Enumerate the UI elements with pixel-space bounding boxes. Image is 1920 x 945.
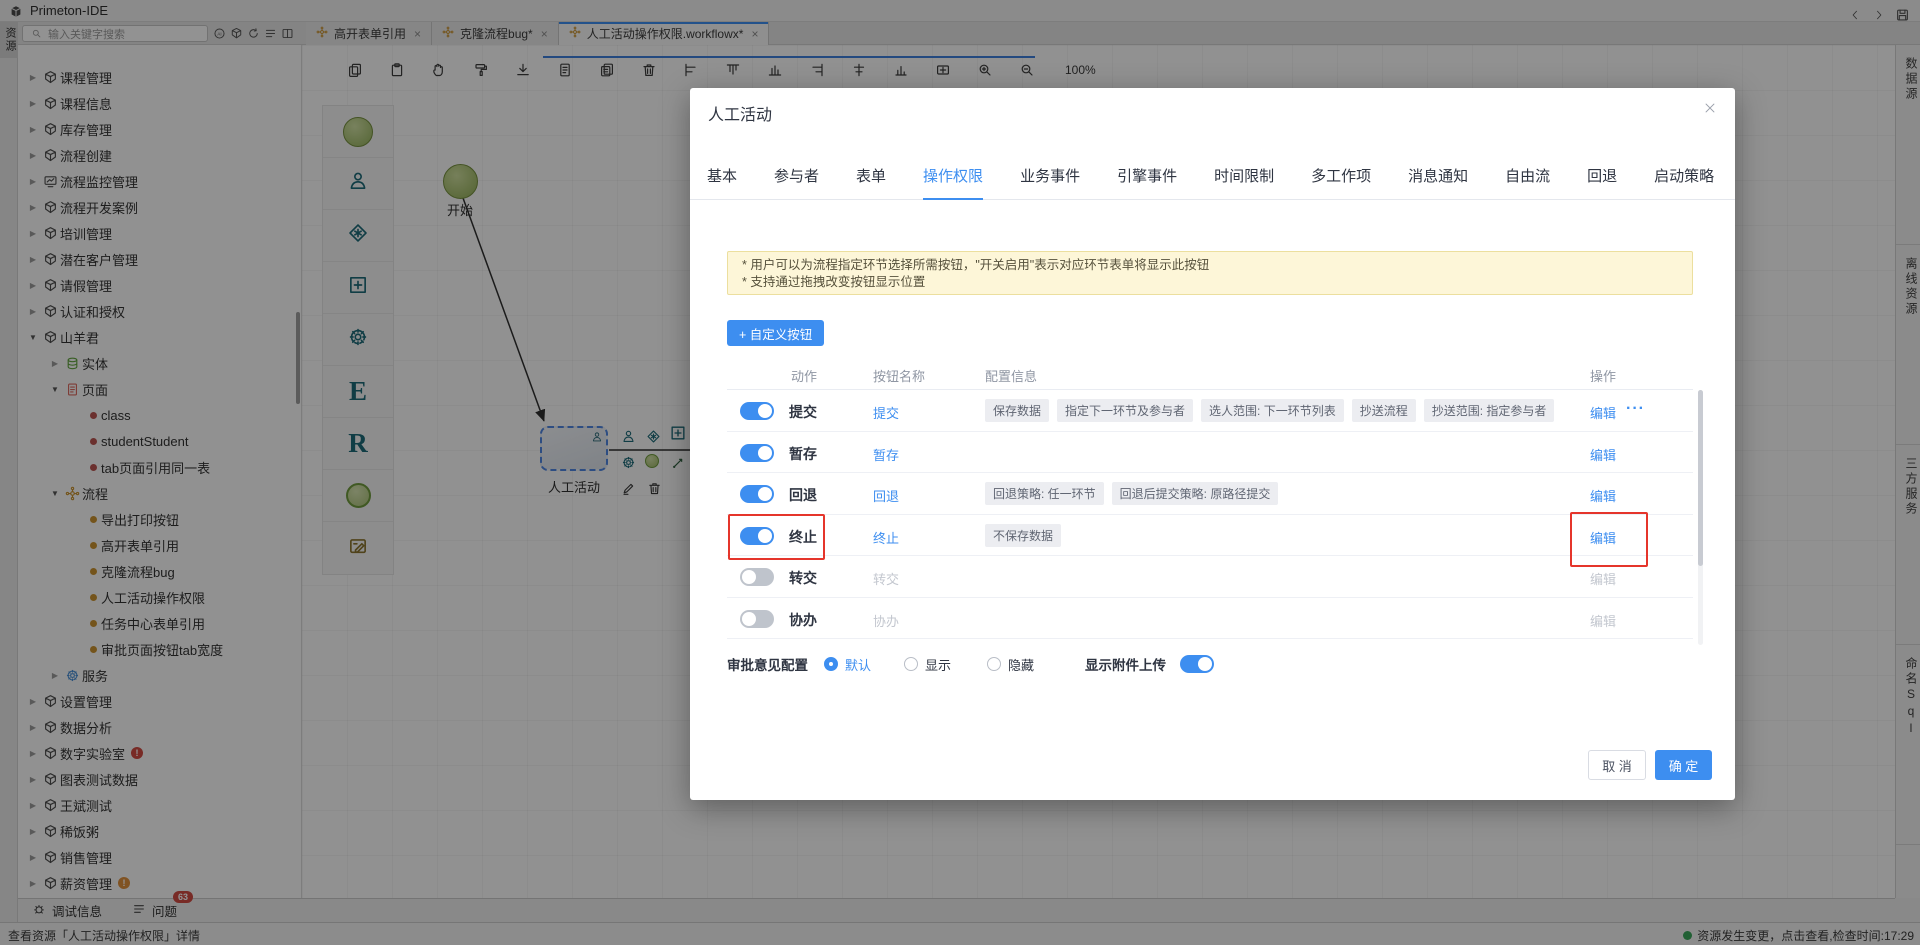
config-tags: 保存数据指定下一环节及参与者选人范围: 下一环节列表抄送流程抄送范围: 指定参与… <box>985 399 1554 422</box>
table-scrollbar-thumb[interactable] <box>1698 390 1703 566</box>
notice-line-1: * 用户可以为流程指定环节选择所需按钮，"开关启用"表示对应环节表单将显示此按钮 <box>742 257 1678 273</box>
radio-label: 显示 <box>925 655 951 674</box>
permission-row-终止: 终止 终止 不保存数据 编辑 <box>727 515 1693 557</box>
button-name-link[interactable]: 回退 <box>873 486 899 505</box>
config-tag: 抄送范围: 指定参与者 <box>1424 399 1555 422</box>
table-scrollbar[interactable] <box>1698 390 1703 645</box>
edit-link[interactable]: 编辑 <box>1590 486 1616 505</box>
button-name-link[interactable]: 提交 <box>873 403 899 422</box>
manual-activity-dialog: 人工活动 基本参与者表单操作权限业务事件引擎事件时间限制多工作项消息通知自由流回… <box>690 88 1735 800</box>
edit-link[interactable]: 编辑 <box>1590 403 1616 422</box>
button-name-link: 转交 <box>873 569 899 588</box>
config-tag: 指定下一环节及参与者 <box>1057 399 1193 422</box>
button-permission-table: 动作 按钮名称 配置信息 操作 提交 提交 保存数据指定下一环节及参与者选人范围: … <box>727 358 1693 639</box>
dialog-title: 人工活动 <box>708 101 772 125</box>
edit-link[interactable]: 编辑 <box>1590 528 1616 547</box>
notice-box: * 用户可以为流程指定环节选择所需按钮，"开关启用"表示对应环节表单将显示此按钮… <box>727 251 1693 295</box>
dialog-tab-消息通知[interactable]: 消息通知 <box>1408 158 1468 200</box>
application-window: Primeton-IDE 输入关键字搜索 AI 高开表单引用×克隆流程bug*×… <box>0 0 1920 945</box>
config-tag: 回退策略: 任一环节 <box>985 482 1104 505</box>
header-config-info: 配置信息 <box>985 366 1037 385</box>
opinion-config-label: 审批意见配置 <box>727 654 808 674</box>
dialog-tab-引擎事件[interactable]: 引擎事件 <box>1117 158 1177 200</box>
radio-option-默认[interactable]: 默认 <box>824 655 871 674</box>
toggle-转交[interactable] <box>740 568 774 586</box>
dialog-tabs: 基本参与者表单操作权限业务事件引擎事件时间限制多工作项消息通知自由流回退启动策略 <box>690 158 1735 200</box>
toggle-终止[interactable] <box>740 527 774 545</box>
permission-row-回退: 回退 回退 回退策略: 任一环节回退后提交策略: 原路径提交 编辑 <box>727 473 1693 515</box>
header-button-name: 按钮名称 <box>873 366 925 385</box>
config-tag: 选人范围: 下一环节列表 <box>1201 399 1344 422</box>
cancel-button[interactable]: 取 消 <box>1588 750 1646 780</box>
opinion-config-row: 审批意见配置 默认 显示 隐藏 显示附件上传 <box>727 646 1214 682</box>
config-tag: 不保存数据 <box>985 524 1061 547</box>
radio-checked-icon[interactable] <box>824 657 838 671</box>
add-custom-button[interactable]: + 自定义按钮 <box>727 320 824 346</box>
permission-row-暂存: 暂存 暂存 编辑 <box>727 432 1693 474</box>
button-name-link[interactable]: 终止 <box>873 528 899 547</box>
action-label: 终止 <box>789 527 817 547</box>
dialog-tab-参与者[interactable]: 参与者 <box>774 158 819 200</box>
config-tag: 回退后提交策略: 原路径提交 <box>1112 482 1279 505</box>
dialog-tab-表单[interactable]: 表单 <box>856 158 886 200</box>
dialog-tab-多工作项[interactable]: 多工作项 <box>1311 158 1371 200</box>
button-name-link: 协办 <box>873 611 899 630</box>
confirm-button[interactable]: 确 定 <box>1655 750 1712 780</box>
dialog-tab-回退[interactable]: 回退 <box>1587 158 1617 200</box>
action-label: 提交 <box>789 402 817 422</box>
toggle-暂存[interactable] <box>740 444 774 462</box>
radio-label: 默认 <box>845 655 871 674</box>
button-name-link[interactable]: 暂存 <box>873 445 899 464</box>
radio-option-显示[interactable]: 显示 <box>904 655 951 674</box>
config-tag: 保存数据 <box>985 399 1049 422</box>
toggle-回退[interactable] <box>740 485 774 503</box>
edit-link: 编辑 <box>1590 611 1616 630</box>
toggle-提交[interactable] <box>740 402 774 420</box>
radio-label: 隐藏 <box>1008 655 1034 674</box>
header-operation: 操作 <box>1590 366 1616 385</box>
notice-line-2: * 支持通过拖拽改变按钮显示位置 <box>742 274 1678 290</box>
action-label: 转交 <box>789 568 817 588</box>
radio-option-隐藏[interactable]: 隐藏 <box>987 655 1034 674</box>
permission-row-协办: 协办 协办 编辑 <box>727 598 1693 640</box>
toggle-协办[interactable] <box>740 610 774 628</box>
action-label: 回退 <box>789 485 817 505</box>
dialog-tab-时间限制[interactable]: 时间限制 <box>1214 158 1274 200</box>
header-action: 动作 <box>791 366 817 385</box>
more-actions-icon[interactable]: ··· <box>1626 400 1645 418</box>
dialog-tab-操作权限[interactable]: 操作权限 <box>923 158 983 200</box>
dialog-tab-基本[interactable]: 基本 <box>707 158 737 200</box>
table-header: 动作 按钮名称 配置信息 操作 <box>727 358 1693 390</box>
attachment-upload-label: 显示附件上传 <box>1085 654 1166 674</box>
permission-row-转交: 转交 转交 编辑 <box>727 556 1693 598</box>
action-label: 协办 <box>789 610 817 630</box>
action-label: 暂存 <box>789 444 817 464</box>
radio-unchecked-icon[interactable] <box>904 657 918 671</box>
edit-link[interactable]: 编辑 <box>1590 445 1616 464</box>
permission-row-提交: 提交 提交 保存数据指定下一环节及参与者选人范围: 下一环节列表抄送流程抄送范围: … <box>727 390 1693 432</box>
dialog-tab-业务事件[interactable]: 业务事件 <box>1020 158 1080 200</box>
radio-unchecked-icon[interactable] <box>987 657 1001 671</box>
dialog-tab-自由流[interactable]: 自由流 <box>1505 158 1550 200</box>
edit-link: 编辑 <box>1590 569 1616 588</box>
close-icon[interactable] <box>1699 97 1721 119</box>
config-tags: 回退策略: 任一环节回退后提交策略: 原路径提交 <box>985 482 1278 505</box>
dialog-tab-启动策略[interactable]: 启动策略 <box>1654 158 1714 200</box>
config-tags: 不保存数据 <box>985 524 1061 547</box>
config-tag: 抄送流程 <box>1352 399 1416 422</box>
attachment-upload-toggle[interactable] <box>1180 655 1214 673</box>
